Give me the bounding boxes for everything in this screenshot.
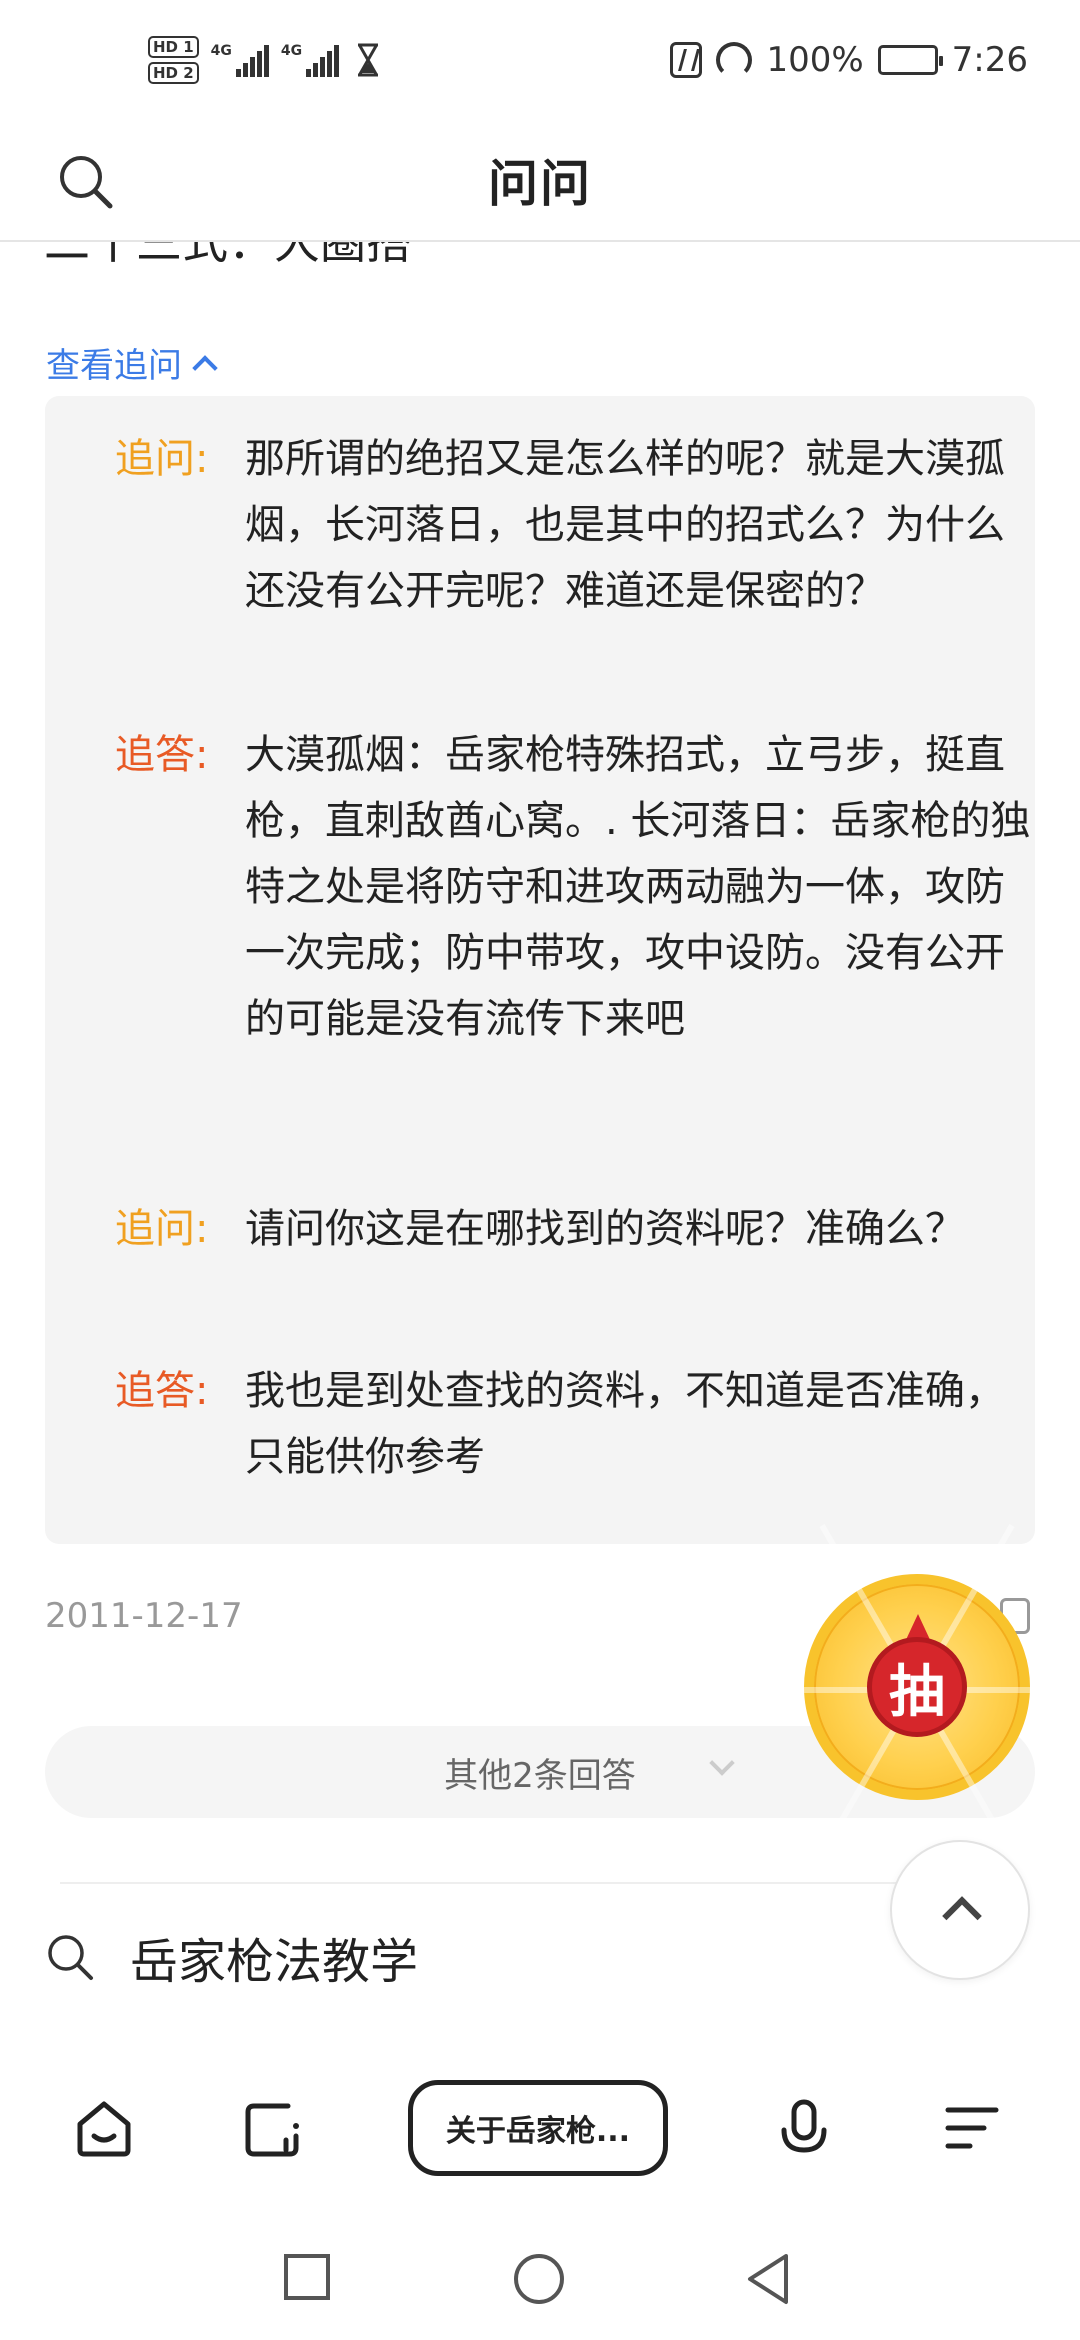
speed-gauge-icon [716,42,753,78]
followup-label: 追问: [115,436,209,482]
search-icon [48,1935,93,1980]
signal-1-icon: 4G [211,43,269,77]
home-icon[interactable] [72,2096,136,2160]
menu-icon[interactable] [940,2096,1004,2160]
followup-label: 追答: [115,732,209,778]
app-header: 问问 [0,130,1080,242]
browser-toolbar: 关于岳家枪... [0,2060,1080,2196]
status-right: 100% 7:26 [670,40,1028,80]
battery-percent: 100% [766,40,864,80]
answer-date: 2011-12-17 [45,1596,243,1636]
lottery-wheel-button[interactable]: 抽 [727,1523,1080,1857]
related-search-item[interactable]: 岳家枪法教学 [44,1922,418,1992]
back-nav-icon[interactable] [744,2252,792,2306]
back-to-top-icon [942,1896,982,1936]
current-page-pill[interactable]: 关于岳家枪... [408,2080,668,2176]
followup-label: 追答: [115,1368,209,1414]
lottery-label: 抽 [867,1637,967,1737]
toggle-followups-label: 查看追问 [46,346,182,386]
related-search-label: 岳家枪法教学 [130,1934,419,1990]
followup-answer: 追答: 大漠孤烟：岳家枪特殊招式，立弓步，挺直枪，直刺敌酋心窝。. 长河落日：岳… [115,722,1037,1052]
status-bar: HD 1 HD 2 4G 4G 100% 7:26 [0,0,1080,130]
divider [60,1882,1020,1884]
current-page-label: 关于岳家枪... [445,2114,631,2149]
followup-label: 追问: [115,1206,209,1252]
mic-icon[interactable] [772,2096,836,2160]
home-nav-icon[interactable] [512,2252,566,2306]
followup-text: 我也是到处查找的资料，不知道是否准确，只能供你参考 [245,1368,1005,1480]
signal-2-icon: 4G [281,43,340,77]
page-title: 问问 [488,155,592,213]
toggle-followups-link[interactable]: 查看追问 [46,338,218,387]
followup-text: 大漠孤烟：岳家枪特殊招式，立弓步，挺直枪，直刺敌酋心窝。. 长河落日：岳家枪的独… [245,732,1031,1042]
hd-voice-2-icon: HD 2 [148,62,199,84]
nfc-icon [670,42,703,78]
clock: 7:26 [951,40,1028,80]
status-left: HD 1 HD 2 4G 4G [148,36,381,84]
battery-icon [877,45,943,75]
followup-text: 那所谓的绝招又是怎么样的呢？就是大漠孤烟，长河落日，也是其中的招式么？为什么还没… [245,436,1005,614]
followup-text: 请问你这是在哪找到的资料呢？准确么？ [245,1206,965,1252]
clipped-text-line: 二十三式：大圈搭 [44,242,464,262]
hourglass-icon [358,43,379,77]
chevron-up-icon [192,354,218,381]
system-nav-bar [0,2230,1080,2340]
followup-question: 追问: 请问你这是在哪找到的资料呢？准确么？ [115,1196,1037,1262]
followup-question: 追问: 那所谓的绝招又是怎么样的呢？就是大漠孤烟，长河落日，也是其中的招式么？为… [115,426,1037,624]
followup-answer: 追答: 我也是到处查找的资料，不知道是否准确，只能供你参考 [115,1358,1037,1490]
tabs-icon[interactable] [240,2096,304,2160]
recent-apps-icon[interactable] [282,2252,332,2302]
hd-voice-1-icon: HD 1 [148,36,199,58]
back-to-top-button[interactable] [890,1840,1030,1980]
followup-panel: 追问: 那所谓的绝招又是怎么样的呢？就是大漠孤烟，长河落日，也是其中的招式么？为… [45,396,1035,1544]
